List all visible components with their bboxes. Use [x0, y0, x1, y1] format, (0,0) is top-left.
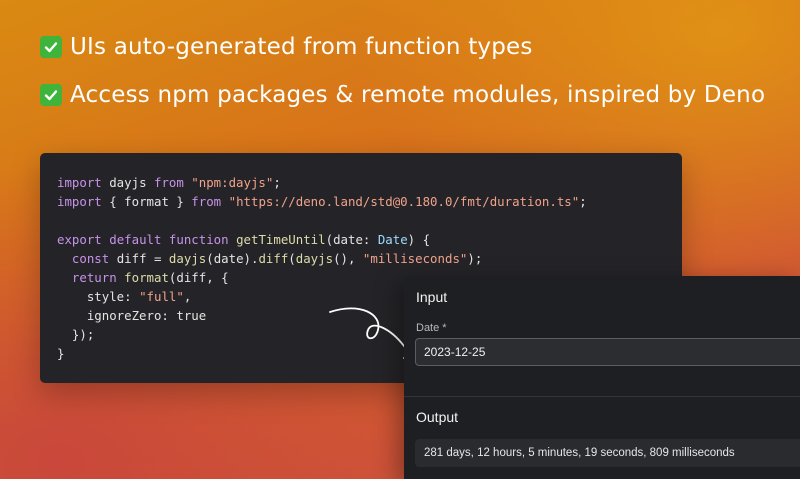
code-line-3-blank [57, 211, 587, 230]
headline-npm-packages: Access npm packages & remote modules, in… [40, 82, 765, 108]
section-divider [404, 396, 800, 397]
io-panel: Input Date * Output 281 days, 12 hours, … [404, 276, 800, 479]
output-section-title: Output [416, 409, 459, 425]
headline-text: UIs auto-generated from function types [70, 34, 533, 60]
check-mark-icon [40, 84, 62, 106]
code-line-4: export default function getTimeUntil(dat… [57, 232, 431, 247]
headline-ui-generation: UIs auto-generated from function types [40, 34, 533, 60]
headline-text: Access npm packages & remote modules, in… [70, 82, 766, 108]
date-input[interactable] [415, 338, 800, 366]
code-line-5: const diff = dayjs(date).diff(dayjs(), "… [71, 251, 483, 266]
check-mark-icon [40, 36, 62, 58]
date-field-label: Date * [416, 322, 447, 334]
input-section-title: Input [416, 289, 448, 305]
output-value: 281 days, 12 hours, 5 minutes, 19 second… [415, 439, 800, 467]
code-line-1: import dayjs from "npm:dayjs"; [57, 175, 281, 190]
code-line-2: import { format } from "https://deno.lan… [57, 194, 587, 209]
